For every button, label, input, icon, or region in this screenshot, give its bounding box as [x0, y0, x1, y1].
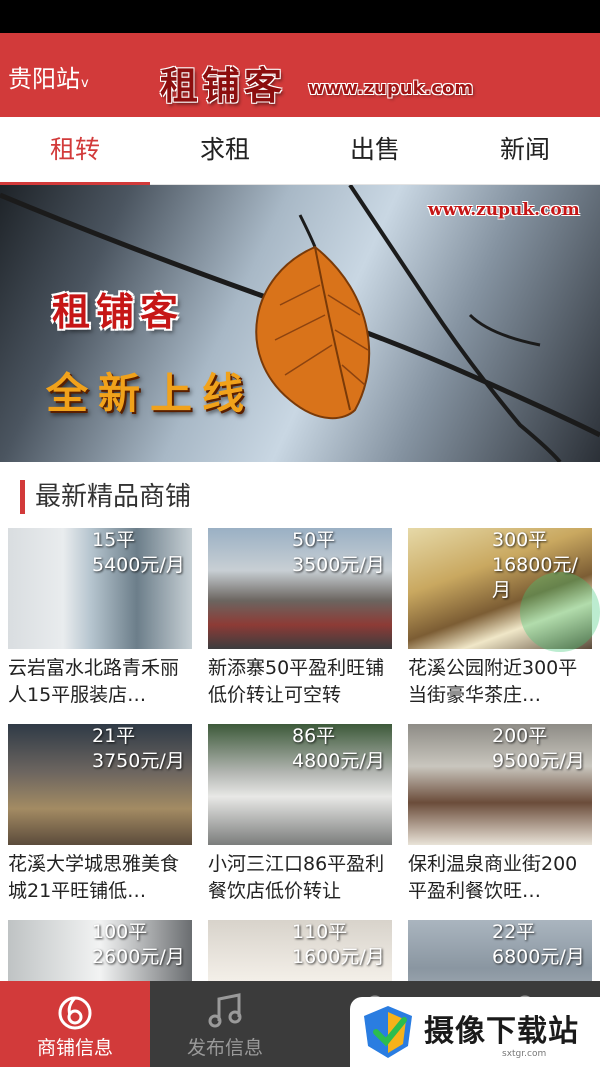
shop-photo: 86平 4800元/月: [208, 724, 392, 845]
watermark-badge: 摄像下载站 sxtgr.com: [350, 997, 600, 1067]
shop-icon: [58, 996, 92, 1030]
listing-title: 保利温泉商业街200平盈利餐饮旺…: [408, 853, 578, 902]
listing-card[interactable]: 200平 9500元/月 保利温泉商业街200平盈利餐饮旺…: [408, 724, 592, 905]
listing-price: 4800元/月: [292, 750, 385, 772]
city-selector[interactable]: 贵阳站v: [8, 59, 89, 94]
status-bar: [0, 0, 600, 33]
app-header: 贵阳站v 租铺客 www.zupuk.com: [0, 33, 600, 117]
tab-rent-wanted[interactable]: 求租: [150, 117, 300, 184]
listing-title: 小河三江口86平盈利餐饮店低价转让: [208, 853, 385, 902]
section-title: 最新精品商铺: [20, 480, 191, 514]
listing-title: 花溪大学城思雅美食城21平旺铺低…: [8, 853, 180, 902]
listing-area: 22平: [492, 921, 536, 943]
listing-price: 2600元/月: [92, 946, 185, 968]
city-label: 贵阳站: [8, 65, 80, 93]
listing-area: 21平: [92, 725, 136, 747]
watermark-text: 摄像下载站: [424, 1014, 579, 1049]
listing-card[interactable]: 50平 3500元/月 新添寨50平盈利旺铺低价转让可空转: [208, 528, 392, 709]
listing-card[interactable]: 15平 5400元/月 云岩富水北路青禾丽人15平服装店…: [8, 528, 192, 709]
listing-price: 9500元/月: [492, 750, 585, 772]
listing-title: 云岩富水北路青禾丽人15平服装店…: [8, 657, 180, 706]
listing-area: 86平: [292, 725, 336, 747]
nav-label: 商铺信息: [36, 1037, 113, 1059]
tab-for-sale[interactable]: 出售: [300, 117, 450, 184]
listing-price: 5400元/月: [92, 554, 185, 576]
chevron-down-icon: v: [81, 76, 89, 91]
nav-label: 发布信息: [186, 1037, 263, 1059]
shop-photo: 15平 5400元/月: [8, 528, 192, 649]
tab-news[interactable]: 新闻: [450, 117, 600, 184]
music-note-icon: [208, 993, 242, 1028]
watermark-sub: sxtgr.com: [502, 1049, 547, 1059]
listing-area: 50平: [292, 529, 336, 551]
listing-area: 300平: [492, 529, 548, 551]
listing-area: 15平: [92, 529, 136, 551]
listing-card[interactable]: 86平 4800元/月 小河三江口86平盈利餐饮店低价转让: [208, 724, 392, 905]
listing-card[interactable]: 21平 3750元/月 花溪大学城思雅美食城21平旺铺低…: [8, 724, 192, 905]
banner-url: www.zupuk.com: [428, 200, 580, 220]
listing-price: 1600元/月: [292, 946, 385, 968]
floating-assist-button[interactable]: [520, 572, 600, 652]
app-logo: 租铺客: [160, 63, 287, 108]
listing-price: 3750元/月: [92, 750, 185, 772]
listing-price: 6800元/月: [492, 946, 585, 968]
shop-photo: 200平 9500元/月: [408, 724, 592, 845]
listing-area: 200平: [492, 725, 548, 747]
listing-area: 100平: [92, 921, 148, 943]
listing-price: 3500元/月: [292, 554, 385, 576]
nav-publish[interactable]: 发布信息: [150, 981, 300, 1067]
promo-banner[interactable]: www.zupuk.com 租铺客 全新上线: [0, 185, 600, 462]
shop-photo: 21平 3750元/月: [8, 724, 192, 845]
banner-brand: 租铺客: [52, 289, 185, 334]
listing-title: 新添寨50平盈利旺铺低价转让可空转: [208, 657, 385, 706]
category-tabs: 租转 求租 出售 新闻: [0, 117, 600, 185]
listing-area: 110平: [292, 921, 348, 943]
tab-transfer[interactable]: 租转: [0, 117, 150, 185]
shop-photo: 50平 3500元/月: [208, 528, 392, 649]
logo-url: www.zupuk.com: [308, 78, 474, 99]
download-site-logo-icon: [364, 1006, 412, 1058]
listing-title: 花溪公园附近300平当街豪华茶庄…: [408, 657, 578, 706]
nav-shop-info[interactable]: 商铺信息: [0, 981, 150, 1067]
banner-slogan: 全新上线: [46, 369, 255, 418]
